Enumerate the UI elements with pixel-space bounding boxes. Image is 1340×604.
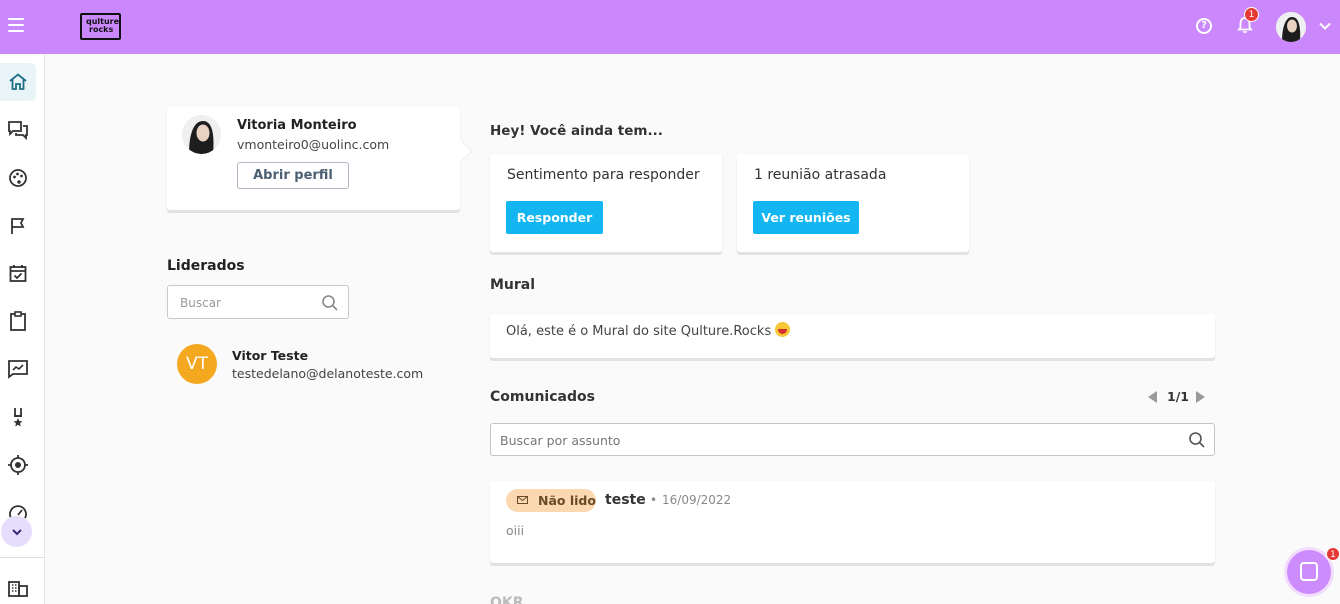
top-bar: qulture rocks ? 1 <box>0 0 1340 54</box>
chevron-down-icon[interactable] <box>1318 19 1332 33</box>
sidebar-expand-button[interactable] <box>1 516 32 547</box>
clipboard-icon <box>10 311 26 331</box>
building-icon <box>8 581 28 597</box>
pending-card: 1 reunião atrasada Ver reuniões <box>737 154 969 252</box>
mural-title: Mural <box>490 277 536 293</box>
notification-badge: 1 <box>1244 7 1259 22</box>
avatar[interactable]: VT <box>177 344 217 384</box>
pagination: 1/1 <box>1148 389 1208 405</box>
sidebar-item-surveys[interactable] <box>0 302 36 340</box>
comunicados-search-placeholder: Buscar por assunto <box>500 433 621 448</box>
liderados-title: Liderados <box>167 258 245 274</box>
home-icon <box>9 73 27 90</box>
profile-name: Vitoria Monteiro <box>237 118 357 133</box>
sidebar-item-culture[interactable] <box>0 159 36 197</box>
profile-card-pointer <box>451 141 471 161</box>
status-badge: Não lido <box>506 489 596 512</box>
pending-card: Sentimento para responder Responder <box>490 154 722 252</box>
respond-button[interactable]: Responder <box>506 201 603 234</box>
target-icon <box>8 455 28 475</box>
search-icon <box>322 295 338 311</box>
liderados-search-input[interactable]: Buscar <box>167 285 349 319</box>
avatar <box>182 115 221 154</box>
sidebar <box>0 54 45 604</box>
app-logo[interactable]: qulture rocks <box>80 13 121 40</box>
sidebar-item-okrs[interactable] <box>0 446 36 484</box>
prev-page-icon[interactable] <box>1148 391 1157 403</box>
liderado-email: testedelano@delanoteste.com <box>232 366 424 381</box>
liderado-name[interactable]: Vitor Teste <box>232 348 308 363</box>
comunicado-body: oiii <box>506 523 525 538</box>
comunicados-search-input[interactable]: Buscar por assunto <box>490 423 1215 456</box>
chart-chat-icon <box>8 360 28 379</box>
palette-icon <box>9 169 27 187</box>
hamburger-icon[interactable] <box>8 18 24 32</box>
chat-bubbles-icon <box>8 121 28 140</box>
chat-icon <box>1300 562 1318 581</box>
laughing-emoji-icon <box>775 322 791 337</box>
user-avatar[interactable] <box>1276 12 1306 42</box>
sidebar-item-meetings[interactable] <box>0 254 36 292</box>
envelope-icon <box>517 496 528 504</box>
sidebar-item-goals[interactable] <box>0 207 36 245</box>
comunicado-title[interactable]: teste <box>605 492 646 508</box>
help-circle-icon[interactable]: ? <box>1196 18 1212 34</box>
page-indicator: 1/1 <box>1167 389 1189 404</box>
chevron-down-icon <box>11 528 22 535</box>
search-icon <box>1189 432 1205 448</box>
sidebar-item-home[interactable] <box>0 63 36 101</box>
flag-icon <box>11 218 25 234</box>
separator-dot: • <box>650 493 658 507</box>
okr-section-title: OKR <box>490 595 524 604</box>
comunicado-date: 16/09/2022 <box>662 493 732 507</box>
medal-icon <box>13 408 23 427</box>
open-profile-button[interactable]: Abrir perfil <box>237 162 349 189</box>
next-page-icon[interactable] <box>1196 391 1205 403</box>
profile-card: Vitoria Monteiro vmonteiro0@uolinc.com A… <box>167 106 471 210</box>
mural-card: Olá, este é o Mural do site Qulture.Rock… <box>490 314 1215 358</box>
comunicado-item[interactable]: Não lido teste • 16/09/2022 oiii <box>490 481 1215 563</box>
sidebar-item-recognition[interactable] <box>0 398 36 436</box>
mural-text-line: Olá, este é o Mural do site Qulture.Rock… <box>506 322 791 339</box>
liderados-search-placeholder: Buscar <box>180 296 221 310</box>
pending-card-text: 1 reunião atrasada <box>754 167 887 183</box>
profile-email: vmonteiro0@uolinc.com <box>237 137 390 152</box>
sidebar-divider <box>0 557 45 558</box>
view-meetings-button[interactable]: Ver reuniões <box>753 201 859 234</box>
pending-card-text: Sentimento para responder <box>507 167 700 183</box>
calendar-check-icon <box>9 265 27 282</box>
sidebar-item-feedback[interactable] <box>0 111 36 149</box>
status-badge-label: Não lido <box>538 493 596 508</box>
comunicados-title: Comunicados <box>490 389 595 405</box>
mural-text: Olá, este é o Mural do site Qulture.Rock… <box>506 324 772 339</box>
pending-title: Hey! Você ainda tem... <box>490 123 663 139</box>
chat-badge: 1 <box>1326 547 1340 561</box>
sidebar-item-reviews[interactable] <box>0 350 36 388</box>
logo-line-2: rocks <box>89 25 114 34</box>
sidebar-item-company[interactable] <box>0 568 36 604</box>
